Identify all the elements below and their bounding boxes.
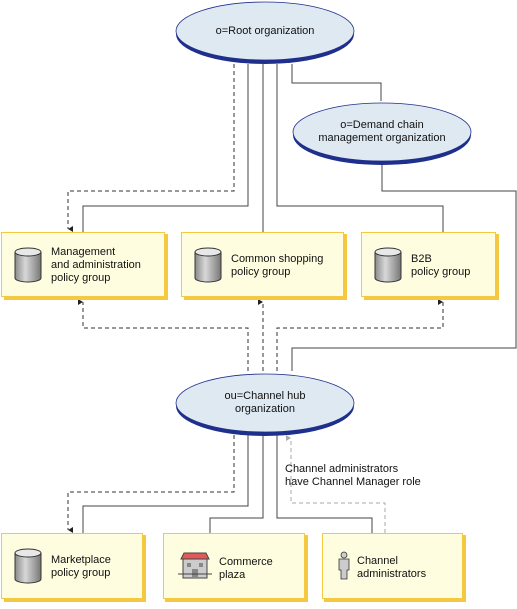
annotation-line-2: have Channel Manager role (285, 476, 421, 488)
node-hub-label-2: organization (235, 403, 295, 415)
node-admins: Channel administrators (322, 533, 466, 602)
link-hub-plaza (209, 435, 264, 533)
node-mgmt: Management and administration policy gro… (1, 232, 168, 300)
node-hub: ou=Channel hub organization (175, 373, 355, 436)
node-plaza-label-2: plaza (219, 569, 246, 581)
node-demand-label-1: o=Demand chain (340, 119, 423, 131)
node-plaza: Commerce plaza (163, 533, 308, 602)
node-demand: o=Demand chain management organization (292, 102, 472, 165)
node-common-label-1: Common shopping (231, 253, 323, 265)
organization-diagram: o=Root organization o=Demand chain manag… (1, 1, 517, 602)
annotation-line-1: Channel administrators (285, 463, 399, 475)
node-mgmt-label-3: policy group (51, 272, 110, 284)
node-b2b-label-1: B2B (411, 253, 432, 265)
store-icon (178, 552, 212, 579)
dashed-hub-mgmt (78, 299, 249, 371)
node-mgmt-label-1: Management (51, 246, 115, 258)
node-market-label-1: Marketplace (51, 554, 111, 566)
link-root-demand (291, 64, 382, 101)
node-root-label: o=Root organization (216, 25, 315, 37)
dashed-hub-b2b (276, 299, 444, 371)
node-admins-label-1: Channel (357, 555, 398, 567)
node-mgmt-label-2: and administration (51, 259, 141, 271)
node-plaza-label-1: Commerce (219, 556, 273, 568)
dashed-root-mgmt (67, 64, 235, 232)
node-hub-label-1: ou=Channel hub (224, 390, 305, 402)
database-icon (14, 548, 42, 584)
node-demand-label-2: management organization (318, 132, 445, 144)
node-b2b-label-2: policy group (411, 266, 470, 278)
node-common: Common shopping policy group (181, 232, 347, 300)
database-icon (14, 247, 42, 283)
node-root: o=Root organization (175, 1, 355, 64)
node-b2b: B2B policy group (361, 232, 499, 300)
database-icon (374, 247, 402, 283)
node-common-label-2: policy group (231, 266, 290, 278)
dashed-hub-market (67, 435, 235, 533)
node-market-label-2: policy group (51, 567, 110, 579)
database-icon (194, 247, 222, 283)
node-market: Marketplace policy group (1, 533, 146, 602)
node-admins-label-2: administrators (357, 568, 427, 580)
link-root-mgmt (82, 64, 249, 232)
